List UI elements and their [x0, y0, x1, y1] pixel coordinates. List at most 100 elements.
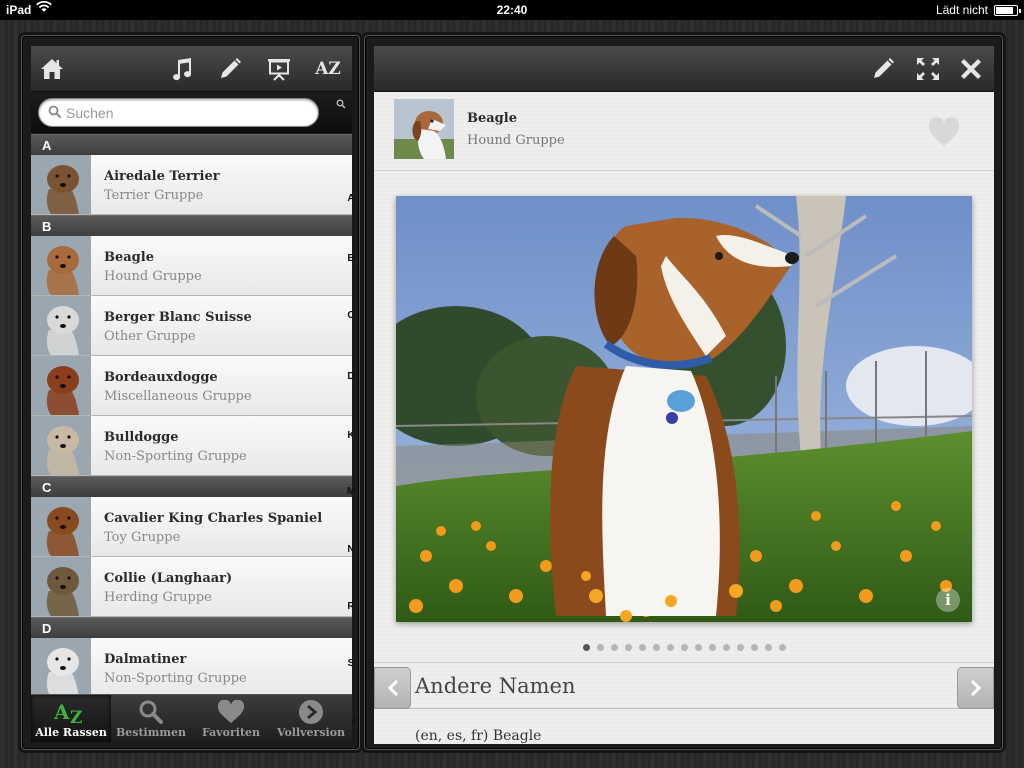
list-item[interactable]: Bulldogge Non-Sporting Gruppe [31, 416, 352, 476]
tab-label: Vollversion [276, 726, 346, 739]
pager-dot[interactable] [582, 644, 590, 651]
next-section-button[interactable] [957, 667, 994, 709]
pager-dot[interactable] [666, 644, 674, 651]
section-title: Andere Namen [415, 674, 576, 698]
tab-label: Favoriten [201, 726, 261, 739]
section-header: D [31, 617, 352, 638]
breed-group: Other Gruppe [104, 329, 196, 344]
detail-header: Beagle Hound Gruppe [374, 92, 994, 171]
index-letter[interactable]: C [340, 310, 362, 321]
detail-toolbar [374, 46, 994, 92]
az-icon: AZ [31, 699, 111, 725]
pager-dot[interactable] [708, 644, 716, 651]
list-item[interactable]: Bordeauxdogge Miscellaneous Gruppe [31, 356, 352, 416]
index-letter[interactable]: K [340, 430, 362, 441]
pager-dot[interactable] [750, 644, 758, 651]
status-bar: iPad 22:40 Lädt nicht [0, 0, 1024, 20]
index-letter[interactable]: M [340, 486, 362, 497]
chevron-right-icon [970, 679, 981, 697]
breed-thumbnail [31, 497, 91, 556]
index-letter[interactable]: D [340, 371, 362, 382]
list-item[interactable]: Cavalier King Charles Spaniel Toy Gruppe [31, 497, 352, 557]
pencil-icon[interactable] [215, 54, 245, 84]
pager-dot[interactable] [736, 644, 744, 651]
list-item[interactable]: Airedale Terrier Terrier Gruppe [31, 155, 352, 215]
heart-icon [191, 699, 271, 725]
tab-all-breeds[interactable]: AZ Alle Rassen [31, 695, 111, 742]
tab-favorites[interactable]: Favoriten [191, 695, 271, 742]
tab-bar: AZ Alle Rassen Bestimmen Favoriten Vollv… [31, 694, 352, 742]
index-search-icon[interactable] [336, 99, 346, 109]
clock: 22:40 [496, 3, 528, 17]
pager-dot[interactable] [722, 644, 730, 651]
beagle-photo[interactable]: i [396, 196, 972, 622]
az-sort-label: AZ [315, 59, 341, 79]
index-letter[interactable]: R [340, 601, 362, 612]
index-letter[interactable]: B [340, 253, 362, 264]
breed-thumbnail [31, 416, 91, 475]
breed-name: Bordeauxdogge [104, 370, 218, 385]
pager-dot[interactable] [610, 644, 618, 651]
pager-dot[interactable] [638, 644, 646, 651]
pager-dot[interactable] [778, 644, 786, 651]
tab-label: Alle Rassen [35, 726, 107, 739]
tab-identify[interactable]: Bestimmen [111, 695, 191, 742]
breed-list[interactable]: A Airedale Terrier Terrier Gruppe B Beagle Ho… [31, 134, 352, 694]
pager-dot[interactable] [680, 644, 688, 651]
pager-dot[interactable] [764, 644, 772, 651]
chevron-left-icon [387, 679, 398, 697]
breed-name: Cavalier King Charles Spaniel [104, 511, 323, 526]
breed-thumbnail [31, 356, 91, 415]
index-letter[interactable]: N [340, 544, 362, 555]
tab-full-version[interactable]: Vollversion [271, 695, 351, 742]
pencil-icon[interactable] [868, 54, 898, 84]
az-sort-icon[interactable]: AZ [313, 54, 343, 84]
breed-group: Herding Gruppe [104, 590, 212, 605]
photo-pager[interactable] [374, 638, 994, 651]
svg-text:Z: Z [70, 708, 82, 724]
list-item[interactable]: Dalmatiner Non-Sporting Gruppe [31, 638, 352, 694]
fullscreen-icon[interactable] [913, 54, 943, 84]
breed-thumbnail [31, 155, 91, 214]
index-letter[interactable]: A [340, 193, 362, 204]
svg-text:A: A [53, 700, 70, 724]
breed-name: Beagle [104, 250, 154, 265]
search-field[interactable] [38, 98, 319, 127]
breed-thumbnail [31, 236, 91, 295]
breed-name: Dalmatiner [104, 652, 187, 667]
breed-thumbnail [31, 638, 91, 694]
pager-dot[interactable] [624, 644, 632, 651]
breed-thumbnail [394, 99, 454, 159]
home-icon[interactable] [37, 54, 67, 84]
close-icon[interactable] [956, 54, 986, 84]
presentation-icon[interactable] [264, 54, 294, 84]
breed-group: Non-Sporting Gruppe [104, 449, 247, 464]
index-letter[interactable]: S [340, 658, 362, 669]
prev-section-button[interactable] [374, 667, 411, 709]
photo-info-button[interactable]: i [936, 588, 960, 612]
arrow-circle-icon [271, 699, 351, 725]
section-index[interactable]: ABCDKMNRSW [340, 186, 362, 736]
list-toolbar: AZ [31, 46, 352, 92]
list-item[interactable]: Berger Blanc Suisse Other Gruppe [31, 296, 352, 356]
list-item[interactable]: Beagle Hound Gruppe [31, 236, 352, 296]
list-item[interactable]: Collie (Langhaar) Herding Gruppe [31, 557, 352, 617]
pager-dot[interactable] [652, 644, 660, 651]
pager-dot[interactable] [694, 644, 702, 651]
breed-thumbnail [31, 557, 91, 616]
breed-group: Non-Sporting Gruppe [104, 671, 247, 686]
charging-status: Lädt nicht [935, 3, 988, 17]
breed-thumbnail [31, 296, 91, 355]
tab-label: Bestimmen [115, 726, 187, 739]
breed-name: Beagle [467, 111, 517, 126]
music-icon[interactable] [167, 54, 197, 84]
search-icon [48, 105, 62, 119]
breed-group: Miscellaneous Gruppe [104, 389, 252, 404]
favorite-heart-icon[interactable] [927, 116, 961, 148]
breed-group: Hound Gruppe [104, 269, 202, 284]
breed-detail-pane: Beagle Hound Gruppe i Andere Namen (en, … [364, 35, 1003, 750]
search-input[interactable] [66, 103, 306, 123]
section-header: C [31, 476, 352, 497]
other-names-text: (en, es, fr) Beagle [415, 728, 542, 744]
pager-dot[interactable] [596, 644, 604, 651]
